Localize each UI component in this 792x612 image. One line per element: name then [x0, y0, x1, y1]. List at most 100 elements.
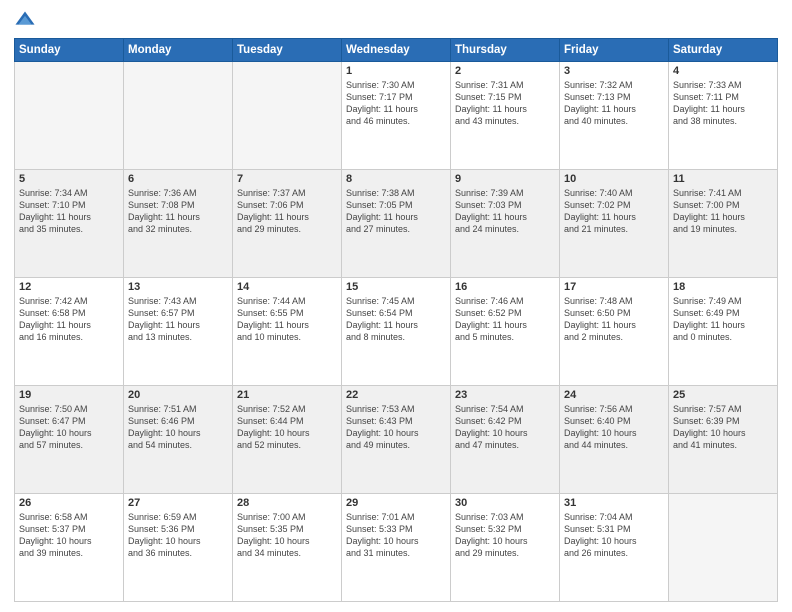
- day-info: Sunrise: 7:45 AM Sunset: 6:54 PM Dayligh…: [346, 295, 446, 344]
- calendar-cell: 30 Sunrise: 7:03 AM Sunset: 5:32 PM Dayli…: [451, 494, 560, 602]
- calendar-cell: 21 Sunrise: 7:52 AM Sunset: 6:44 PM Dayli…: [233, 386, 342, 494]
- day-number: 2: [455, 65, 555, 77]
- day-info: Sunrise: 7:30 AM Sunset: 7:17 PM Dayligh…: [346, 79, 446, 128]
- calendar-row-1: 5Sunrise: 7:34 AM Sunset: 7:10 PM Daylig…: [15, 170, 778, 278]
- day-number: 20: [128, 389, 228, 401]
- calendar-cell: 19 Sunrise: 7:50 AM Sunset: 6:47 PM Dayli…: [15, 386, 124, 494]
- day-number: 25: [673, 389, 773, 401]
- day-info: Sunrise: 7:48 AM Sunset: 6:50 PM Dayligh…: [564, 295, 664, 344]
- calendar-cell: 27Sunrise: 6:59 AM Sunset: 5:36 PM Dayli…: [124, 494, 233, 602]
- calendar-cell: 26 Sunrise: 6:58 AM Sunset: 5:37 PM Dayli…: [15, 494, 124, 602]
- calendar-cell: 25 Sunrise: 7:57 AM Sunset: 6:39 PM Dayli…: [669, 386, 778, 494]
- day-info: Sunrise: 7:03 AM Sunset: 5:32 PM Dayligh…: [455, 511, 555, 560]
- day-number: 15: [346, 281, 446, 293]
- calendar-cell: 29 Sunrise: 7:01 AM Sunset: 5:33 PM Dayli…: [342, 494, 451, 602]
- header-friday: Friday: [560, 39, 669, 62]
- calendar-header-row: SundayMondayTuesdayWednesdayThursdayFrid…: [15, 39, 778, 62]
- calendar-row-4: 26 Sunrise: 6:58 AM Sunset: 5:37 PM Dayli…: [15, 494, 778, 602]
- day-info: Sunrise: 7:41 AM Sunset: 7:00 PM Dayligh…: [673, 187, 773, 236]
- header-thursday: Thursday: [451, 39, 560, 62]
- day-number: 23: [455, 389, 555, 401]
- day-number: 1: [346, 65, 446, 77]
- day-number: 17: [564, 281, 664, 293]
- day-info: Sunrise: 6:58 AM Sunset: 5:37 PM Dayligh…: [19, 511, 119, 560]
- calendar-cell: 8 Sunrise: 7:38 AM Sunset: 7:05 PM Daylig…: [342, 170, 451, 278]
- day-info: Sunrise: 7:00 AM Sunset: 5:35 PM Dayligh…: [237, 511, 337, 560]
- day-number: 7: [237, 173, 337, 185]
- day-number: 10: [564, 173, 664, 185]
- calendar-cell: 4 Sunrise: 7:33 AM Sunset: 7:11 PM Daylig…: [669, 62, 778, 170]
- day-info: Sunrise: 7:31 AM Sunset: 7:15 PM Dayligh…: [455, 79, 555, 128]
- day-info: Sunrise: 7:44 AM Sunset: 6:55 PM Dayligh…: [237, 295, 337, 344]
- day-number: 3: [564, 65, 664, 77]
- calendar-cell: [15, 62, 124, 170]
- day-number: 31: [564, 497, 664, 509]
- day-number: 30: [455, 497, 555, 509]
- header-tuesday: Tuesday: [233, 39, 342, 62]
- day-number: 4: [673, 65, 773, 77]
- day-info: Sunrise: 7:49 AM Sunset: 6:49 PM Dayligh…: [673, 295, 773, 344]
- day-info: Sunrise: 7:37 AM Sunset: 7:06 PM Dayligh…: [237, 187, 337, 236]
- day-info: Sunrise: 7:50 AM Sunset: 6:47 PM Dayligh…: [19, 403, 119, 452]
- day-number: 21: [237, 389, 337, 401]
- day-number: 6: [128, 173, 228, 185]
- page: SundayMondayTuesdayWednesdayThursdayFrid…: [0, 0, 792, 612]
- calendar-row-3: 19 Sunrise: 7:50 AM Sunset: 6:47 PM Dayli…: [15, 386, 778, 494]
- day-info: Sunrise: 7:51 AM Sunset: 6:46 PM Dayligh…: [128, 403, 228, 452]
- day-number: 9: [455, 173, 555, 185]
- calendar-table: SundayMondayTuesdayWednesdayThursdayFrid…: [14, 38, 778, 602]
- calendar-cell: [669, 494, 778, 602]
- day-info: Sunrise: 7:01 AM Sunset: 5:33 PM Dayligh…: [346, 511, 446, 560]
- day-number: 12: [19, 281, 119, 293]
- header-saturday: Saturday: [669, 39, 778, 62]
- calendar-cell: 15 Sunrise: 7:45 AM Sunset: 6:54 PM Dayli…: [342, 278, 451, 386]
- day-info: Sunrise: 6:59 AM Sunset: 5:36 PM Dayligh…: [128, 511, 228, 560]
- calendar-cell: 7 Sunrise: 7:37 AM Sunset: 7:06 PM Daylig…: [233, 170, 342, 278]
- calendar-cell: 6 Sunrise: 7:36 AM Sunset: 7:08 PM Daylig…: [124, 170, 233, 278]
- day-info: Sunrise: 7:56 AM Sunset: 6:40 PM Dayligh…: [564, 403, 664, 452]
- calendar-row-0: 1 Sunrise: 7:30 AM Sunset: 7:17 PM Daylig…: [15, 62, 778, 170]
- day-number: 22: [346, 389, 446, 401]
- calendar-cell: 13Sunrise: 7:43 AM Sunset: 6:57 PM Dayli…: [124, 278, 233, 386]
- day-info: Sunrise: 7:53 AM Sunset: 6:43 PM Dayligh…: [346, 403, 446, 452]
- day-number: 18: [673, 281, 773, 293]
- calendar-cell: 14 Sunrise: 7:44 AM Sunset: 6:55 PM Dayli…: [233, 278, 342, 386]
- calendar-cell: 10Sunrise: 7:40 AM Sunset: 7:02 PM Dayli…: [560, 170, 669, 278]
- day-number: 24: [564, 389, 664, 401]
- calendar-cell: 24 Sunrise: 7:56 AM Sunset: 6:40 PM Dayli…: [560, 386, 669, 494]
- day-info: Sunrise: 7:42 AM Sunset: 6:58 PM Dayligh…: [19, 295, 119, 344]
- calendar-cell: 31 Sunrise: 7:04 AM Sunset: 5:31 PM Dayli…: [560, 494, 669, 602]
- day-info: Sunrise: 7:52 AM Sunset: 6:44 PM Dayligh…: [237, 403, 337, 452]
- calendar-cell: [233, 62, 342, 170]
- day-info: Sunrise: 7:04 AM Sunset: 5:31 PM Dayligh…: [564, 511, 664, 560]
- day-info: Sunrise: 7:39 AM Sunset: 7:03 PM Dayligh…: [455, 187, 555, 236]
- calendar-cell: 2 Sunrise: 7:31 AM Sunset: 7:15 PM Daylig…: [451, 62, 560, 170]
- day-number: 28: [237, 497, 337, 509]
- calendar-row-2: 12 Sunrise: 7:42 AM Sunset: 6:58 PM Dayli…: [15, 278, 778, 386]
- day-info: Sunrise: 7:33 AM Sunset: 7:11 PM Dayligh…: [673, 79, 773, 128]
- day-info: Sunrise: 7:32 AM Sunset: 7:13 PM Dayligh…: [564, 79, 664, 128]
- calendar-cell: [124, 62, 233, 170]
- day-info: Sunrise: 7:57 AM Sunset: 6:39 PM Dayligh…: [673, 403, 773, 452]
- day-number: 8: [346, 173, 446, 185]
- calendar-cell: 23Sunrise: 7:54 AM Sunset: 6:42 PM Dayli…: [451, 386, 560, 494]
- day-number: 26: [19, 497, 119, 509]
- day-number: 29: [346, 497, 446, 509]
- day-number: 16: [455, 281, 555, 293]
- calendar-cell: 17 Sunrise: 7:48 AM Sunset: 6:50 PM Dayli…: [560, 278, 669, 386]
- day-info: Sunrise: 7:38 AM Sunset: 7:05 PM Dayligh…: [346, 187, 446, 236]
- day-number: 19: [19, 389, 119, 401]
- day-number: 5: [19, 173, 119, 185]
- day-number: 14: [237, 281, 337, 293]
- calendar-cell: 28 Sunrise: 7:00 AM Sunset: 5:35 PM Dayli…: [233, 494, 342, 602]
- header-wednesday: Wednesday: [342, 39, 451, 62]
- calendar-cell: 11Sunrise: 7:41 AM Sunset: 7:00 PM Dayli…: [669, 170, 778, 278]
- day-info: Sunrise: 7:36 AM Sunset: 7:08 PM Dayligh…: [128, 187, 228, 236]
- calendar-cell: 16Sunrise: 7:46 AM Sunset: 6:52 PM Dayli…: [451, 278, 560, 386]
- day-number: 13: [128, 281, 228, 293]
- calendar-cell: 3 Sunrise: 7:32 AM Sunset: 7:13 PM Daylig…: [560, 62, 669, 170]
- logo-icon: [14, 10, 36, 32]
- calendar-cell: 1 Sunrise: 7:30 AM Sunset: 7:17 PM Daylig…: [342, 62, 451, 170]
- header: [14, 10, 778, 32]
- calendar-cell: 5Sunrise: 7:34 AM Sunset: 7:10 PM Daylig…: [15, 170, 124, 278]
